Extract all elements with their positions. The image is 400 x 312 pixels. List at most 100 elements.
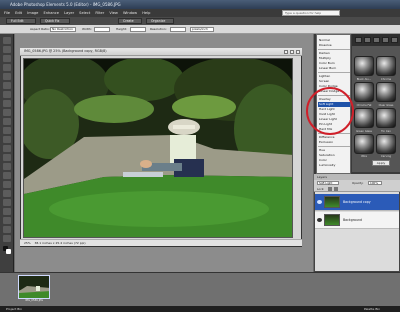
create-button[interactable]: Create [118, 18, 142, 24]
menu-help[interactable]: Help [142, 11, 150, 15]
shape-tool-icon[interactable] [3, 217, 11, 224]
layer-row[interactable]: Background copy [315, 194, 399, 211]
styles-more-icon[interactable] [382, 37, 389, 43]
height-label: Height: [116, 27, 127, 31]
cookie-cutter-tool-icon[interactable] [3, 127, 11, 134]
minimize-icon[interactable] [284, 50, 288, 54]
gradient-tool-icon[interactable] [3, 208, 11, 215]
resolution-label: Resolution: [150, 27, 167, 31]
maximize-icon[interactable] [290, 50, 294, 54]
menu-bar: File Edit Image Enhance Layer Select Fil… [0, 9, 400, 17]
resolution-unit-select[interactable]: pixels/inch [190, 27, 214, 32]
crop-tool-icon[interactable] [3, 118, 11, 125]
quick-fix-button[interactable]: Quick Fix [40, 18, 70, 24]
title-bar: Adobe Photoshop Elements 5.0 (Editor) - … [0, 0, 400, 9]
style-swatch-label-6: Tin Can [381, 130, 391, 133]
blend-mode-item[interactable]: Exclusion [318, 140, 350, 145]
menu-layer[interactable]: Layer [64, 11, 74, 15]
blend-mode-item[interactable]: Luminosity [318, 163, 350, 168]
eyedropper-tool-icon[interactable] [3, 64, 11, 71]
width-field[interactable] [94, 27, 110, 32]
window-title: Adobe Photoshop Elements 5.0 (Editor) - … [10, 2, 121, 7]
project-bin-thumbnail[interactable] [18, 275, 50, 299]
healing-brush-tool-icon[interactable] [3, 154, 11, 161]
style-swatch-label-8: Carving [380, 155, 391, 158]
menu-edit[interactable]: Edit [15, 11, 22, 15]
styles-category-icon[interactable] [355, 37, 362, 43]
menu-image[interactable]: Image [27, 11, 38, 15]
close-icon[interactable] [296, 50, 300, 54]
layer-thumbnail [324, 214, 340, 226]
style-swatch-1[interactable] [354, 56, 374, 76]
style-swatch-label-7: Wire [361, 155, 367, 158]
style-swatch-2[interactable] [376, 56, 396, 76]
document-title: IMG_0586.JPG @ 25% (Background copy, RGB… [20, 48, 302, 56]
zoom-level[interactable]: 25% [24, 241, 31, 245]
search-help-input[interactable]: Type a question for help [282, 10, 340, 16]
eye-icon[interactable] [317, 200, 322, 204]
paint-bucket-tool-icon[interactable] [3, 199, 11, 206]
layer-thumbnail [324, 196, 340, 208]
menu-filter[interactable]: Filter [95, 11, 104, 15]
style-swatch-4[interactable] [376, 82, 396, 102]
apply-style-button[interactable]: Apply [372, 160, 390, 166]
resolution-field[interactable] [170, 27, 186, 32]
style-swatch-3[interactable] [354, 82, 374, 102]
style-swatch-5[interactable] [354, 108, 374, 128]
width-label: Width: [82, 27, 92, 31]
menu-view[interactable]: View [109, 11, 118, 15]
styles-thumbnail-icon[interactable] [373, 37, 380, 43]
brush-tool-icon[interactable] [3, 190, 11, 197]
thumbnail-image [19, 276, 49, 298]
blend-mode-item[interactable]: Linear Burn [318, 66, 350, 71]
hand-tool-icon[interactable] [3, 55, 11, 62]
height-field[interactable] [130, 27, 146, 32]
organize-button[interactable]: Organize [146, 18, 174, 24]
layer-blend-mode-select[interactable]: Soft Light [317, 181, 339, 185]
styles-list-icon[interactable] [364, 37, 371, 43]
background-color-swatch[interactable] [6, 249, 11, 254]
red-eye-tool-icon[interactable] [3, 145, 11, 152]
styles-menu-icon[interactable] [391, 37, 398, 43]
lock-all-icon[interactable] [334, 187, 338, 191]
lock-transparency-icon[interactable] [328, 187, 332, 191]
lasso-tool-icon[interactable] [3, 82, 11, 89]
layer-row[interactable]: Background [315, 212, 399, 229]
menu-select[interactable]: Select [79, 11, 90, 15]
blend-mode-item[interactable]: Dissolve [318, 43, 350, 48]
menu-enhance[interactable]: Enhance [43, 11, 59, 15]
menu-file[interactable]: File [4, 11, 10, 15]
style-swatch-8[interactable] [376, 134, 396, 154]
style-swatch-label-5: Green Glass [356, 130, 372, 133]
zoom-tool-icon[interactable] [3, 46, 11, 53]
menu-window[interactable]: Window [123, 11, 137, 15]
clone-stamp-tool-icon[interactable] [3, 163, 11, 170]
aspect-ratio-select[interactable]: No Restriction [50, 27, 76, 32]
eraser-tool-icon[interactable] [3, 172, 11, 179]
lock-label: Lock: [317, 187, 325, 191]
project-bin-toggle[interactable]: Project Bin [6, 306, 22, 312]
style-swatch-label-2: Chrome [380, 78, 392, 81]
style-swatch-7[interactable] [354, 134, 374, 154]
selection-brush-tool-icon[interactable] [3, 100, 11, 107]
full-edit-button[interactable]: Full Edit [6, 18, 36, 24]
palette-bin-toggle[interactable]: Palette Bin [364, 306, 380, 312]
style-swatch-6[interactable] [376, 108, 396, 128]
eye-icon[interactable] [317, 218, 322, 222]
bottom-bar: Project Bin Palette Bin [0, 306, 400, 312]
marquee-tool-icon[interactable] [3, 73, 11, 80]
project-bin [0, 272, 400, 306]
pencil-tool-icon[interactable] [3, 181, 11, 188]
straighten-tool-icon[interactable] [3, 136, 11, 143]
project-bin-thumbnail-label: IMG_0586.JPG [24, 299, 44, 302]
sponge-tool-icon[interactable] [3, 235, 11, 242]
layers-controls: Soft Light Opacity: 100% Lock: [314, 180, 400, 192]
photo-canvas[interactable] [23, 58, 293, 238]
style-swatch-label-4: Clear Glass [378, 104, 394, 107]
opacity-field[interactable]: 100% [368, 181, 382, 185]
magic-wand-tool-icon[interactable] [3, 91, 11, 98]
type-tool-icon[interactable] [3, 109, 11, 116]
blur-tool-icon[interactable] [3, 226, 11, 233]
toolbox [0, 34, 14, 272]
move-tool-icon[interactable] [3, 37, 11, 44]
